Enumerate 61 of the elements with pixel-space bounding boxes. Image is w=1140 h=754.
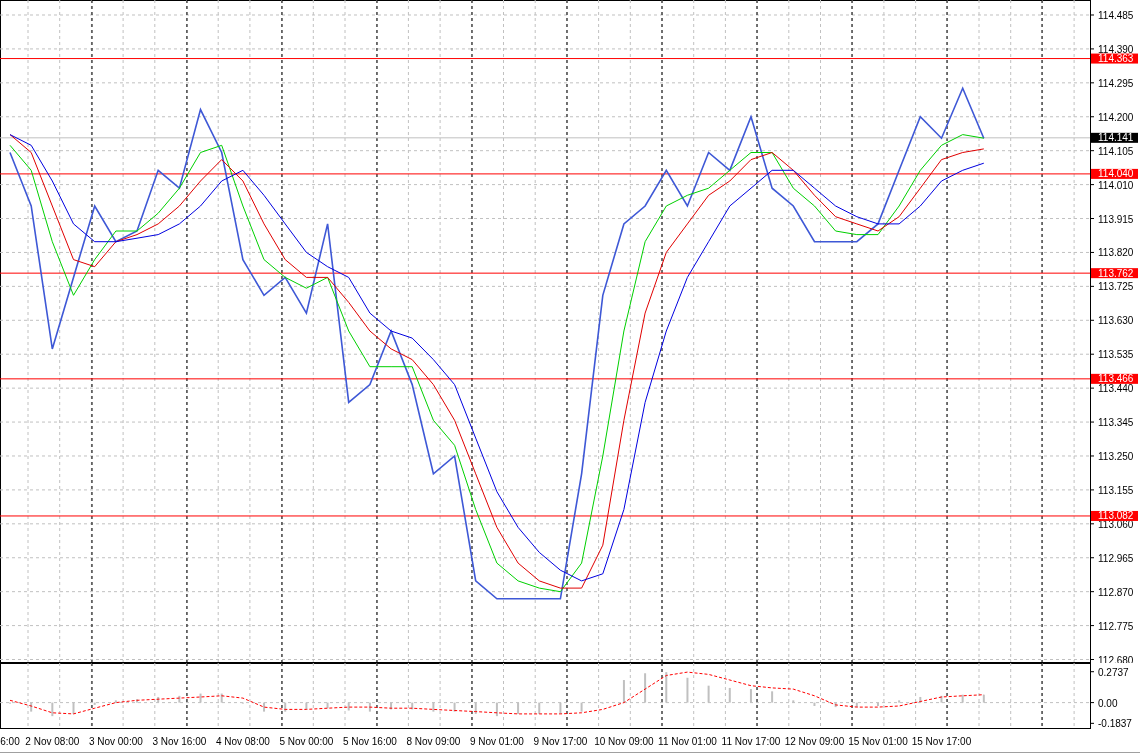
price-label-tag: 114.040 xyxy=(1091,168,1138,180)
ref-line-label: 114.363 xyxy=(1098,53,1134,65)
price-tick-label: 114.105 xyxy=(1098,145,1134,157)
price-tick-label: 114.295 xyxy=(1098,77,1134,89)
histogram-bar xyxy=(411,702,414,710)
price-tick-label: 113.915 xyxy=(1098,213,1134,225)
time-tick-label: 5 Nov 16:00 xyxy=(342,736,397,747)
histogram-bar xyxy=(326,702,329,709)
time-tick-label: 11 Nov 01:00 xyxy=(658,736,717,747)
price-tick-label: 113.630 xyxy=(1098,315,1134,327)
histogram-bar xyxy=(93,702,96,705)
price-tick-label: 114.485 xyxy=(1098,10,1134,21)
time-tick-label: 15 Nov 01:00 xyxy=(848,736,908,747)
price-tick-label: 113.535 xyxy=(1098,349,1134,361)
price-tick-label: 113.440 xyxy=(1098,383,1134,395)
histogram-bar xyxy=(495,702,498,717)
price-tick-label: 113.820 xyxy=(1098,247,1134,259)
price-tick-label: 114.200 xyxy=(1098,111,1134,123)
price-tick-label: 113.725 xyxy=(1098,281,1134,293)
ref-line-label: 113.466 xyxy=(1098,373,1134,385)
time-tick-label: 3 Nov 00:00 xyxy=(88,736,143,747)
price-tick-label: 113.155 xyxy=(1098,484,1134,496)
price-tick-label: 113.250 xyxy=(1098,450,1134,462)
oscillator-tick-label: 0.2737 xyxy=(1098,666,1129,678)
ref-line-label: 114.141 xyxy=(1098,132,1134,144)
time-tick-label: 9 Nov 17:00 xyxy=(533,736,588,747)
price-tick-label: 112.965 xyxy=(1098,552,1134,564)
histogram-bar xyxy=(51,702,54,717)
histogram-bar xyxy=(855,702,858,708)
ref-line-label: 113.762 xyxy=(1098,267,1134,279)
time-tick-label: 15 Nov 17:00 xyxy=(911,736,972,747)
price-label-tag: 113.082 xyxy=(1091,510,1138,522)
oscillator-tick-label: -0.1837 xyxy=(1098,718,1132,730)
histogram-bar xyxy=(622,680,625,703)
time-tick-label: 5 Nov 00:00 xyxy=(279,736,334,747)
price-tick-label: 114.390 xyxy=(1098,43,1134,55)
time-tick-label: 9 Nov 01:00 xyxy=(469,736,524,747)
price-tick-label: 114.010 xyxy=(1098,179,1134,191)
price-tick-label: 112.870 xyxy=(1098,586,1134,598)
price-label-tag: 113.762 xyxy=(1091,267,1138,279)
time-tick-label: 3 Nov 16:00 xyxy=(152,736,207,747)
histogram-bar xyxy=(538,702,541,714)
price-label-tag: 114.363 xyxy=(1091,53,1138,65)
time-tick-label: 2 Nov 08:00 xyxy=(25,736,80,747)
time-tick-label: 4 Nov 08:00 xyxy=(215,736,270,747)
price-tick-label: 113.345 xyxy=(1098,417,1134,429)
histogram-bar xyxy=(453,702,456,712)
price-label-tag: 113.466 xyxy=(1091,373,1138,385)
oscillator-tick-label: 0.00 xyxy=(1098,697,1118,709)
time-tick-label: 11 Nov 17:00 xyxy=(721,736,781,747)
time-tick-label: 6:00 xyxy=(0,736,20,747)
price-tick-label: 112.775 xyxy=(1098,620,1134,632)
histogram-bar xyxy=(368,702,371,712)
time-tick-label: 12 Nov 09:00 xyxy=(784,736,845,747)
ref-line-label: 114.040 xyxy=(1098,168,1134,180)
time-tick-label: 8 Nov 09:00 xyxy=(406,736,461,747)
price-tick-label: 112.680 xyxy=(1098,654,1134,663)
time-tick-label: 10 Nov 09:00 xyxy=(594,736,654,747)
price-label-tag: 114.141 xyxy=(1091,132,1138,144)
histogram-bar xyxy=(813,702,816,706)
histogram-bar xyxy=(114,700,117,703)
